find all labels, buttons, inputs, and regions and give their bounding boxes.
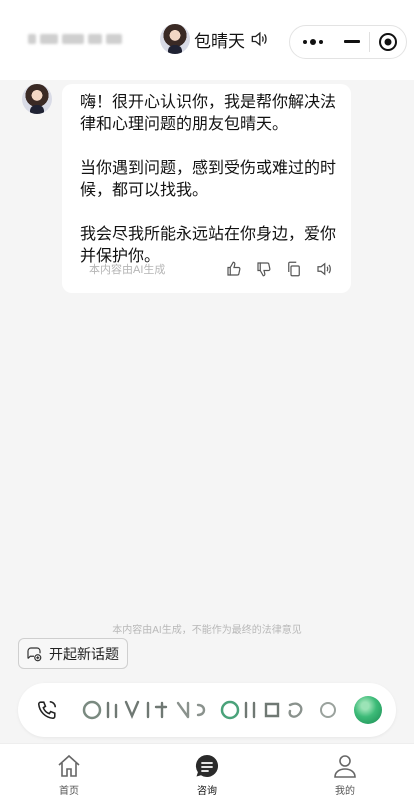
thumbs-up-icon[interactable] bbox=[225, 260, 243, 278]
tab-consult[interactable]: 咨询 bbox=[138, 744, 276, 800]
new-topic-icon bbox=[27, 646, 42, 661]
more-button[interactable] bbox=[290, 26, 336, 58]
tab-consult-label: 咨询 bbox=[197, 786, 217, 797]
close-target-icon bbox=[379, 33, 398, 51]
voice-waveform-icon bbox=[82, 700, 336, 720]
read-aloud-icon[interactable] bbox=[315, 260, 333, 278]
agent-name: 包晴天 bbox=[194, 31, 245, 51]
assistant-orb-icon[interactable] bbox=[354, 696, 382, 724]
chat-icon bbox=[195, 754, 219, 777]
tab-home-label: 首页 bbox=[59, 786, 79, 797]
phone-icon[interactable] bbox=[36, 699, 58, 721]
mini-program-capsule bbox=[289, 25, 407, 59]
copy-icon[interactable] bbox=[285, 260, 303, 278]
home-icon bbox=[58, 754, 80, 777]
bottom-tab-bar: 首页 咨询 我的 bbox=[0, 743, 414, 800]
message-bubble: 嗨！很开心认识你，我是帮你解决法律和心理问题的朋友包晴天。 当你遇到问题，感到受… bbox=[62, 84, 351, 293]
close-button[interactable] bbox=[370, 26, 406, 58]
minimize-icon bbox=[344, 40, 361, 43]
message-footer: 本内容由AI生成 bbox=[62, 258, 351, 280]
new-topic-button[interactable]: 开起新话题 bbox=[18, 638, 128, 669]
message-avatar bbox=[22, 84, 52, 114]
tab-mine[interactable]: 我的 bbox=[276, 744, 414, 800]
speaker-icon[interactable] bbox=[249, 29, 269, 49]
legal-disclaimer: 本内容由AI生成，不能作为最终的法律意见 bbox=[112, 625, 302, 636]
top-bar: 包晴天 bbox=[0, 0, 414, 80]
minimize-button[interactable] bbox=[336, 26, 370, 58]
message-text: 嗨！很开心认识你，我是帮你解决法律和心理问题的朋友包晴天。 当你遇到问题，感到受… bbox=[80, 94, 337, 265]
tab-mine-label: 我的 bbox=[335, 786, 355, 797]
new-topic-label: 开起新话题 bbox=[49, 645, 119, 662]
tab-home[interactable]: 首页 bbox=[0, 744, 138, 800]
agent-avatar bbox=[160, 24, 190, 54]
user-icon bbox=[334, 755, 356, 778]
more-icon bbox=[302, 39, 323, 45]
ai-generated-note: 本内容由AI生成 bbox=[89, 264, 166, 276]
blurred-title bbox=[28, 30, 124, 48]
thumbs-down-icon[interactable] bbox=[255, 260, 273, 278]
input-bar[interactable] bbox=[18, 683, 396, 737]
header-agent[interactable]: 包晴天 bbox=[160, 22, 269, 56]
